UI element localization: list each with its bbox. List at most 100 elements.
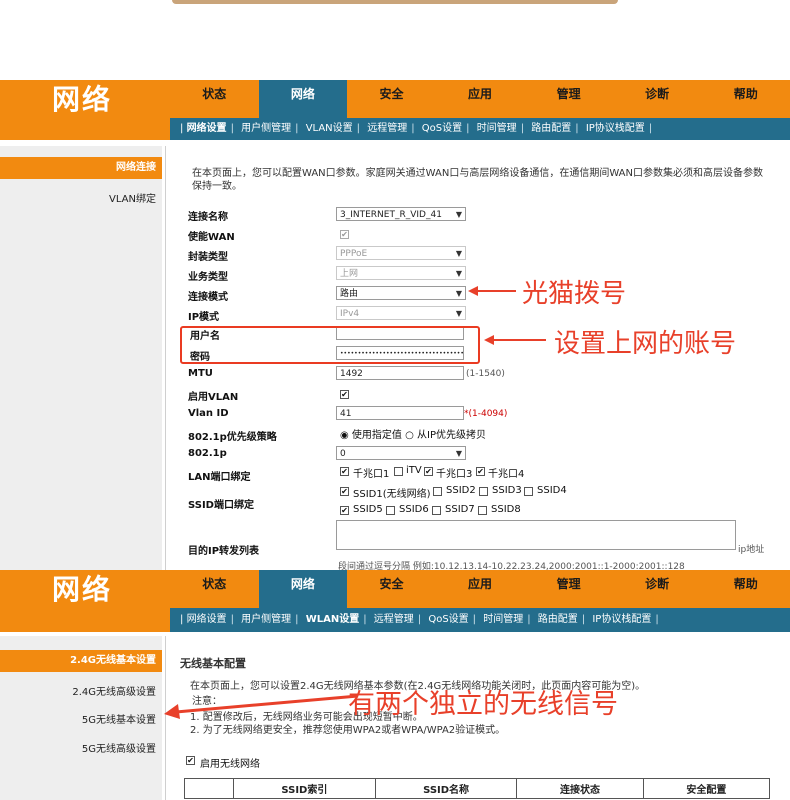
section-title: 无线基本配置 — [180, 657, 246, 670]
tab-status[interactable]: 状态 — [170, 570, 259, 608]
tab-security[interactable]: 安全 — [347, 570, 436, 608]
label-ip-mode: IP模式 — [188, 312, 220, 323]
subnav-qos[interactable]: QoS设置 — [428, 614, 468, 625]
subnav-network-settings[interactable]: 网络设置 — [187, 123, 227, 134]
subnav-separator: | — [295, 123, 299, 134]
ssid4-label: SSID4 — [537, 485, 567, 496]
vlan-id-input[interactable]: 41 — [336, 406, 464, 420]
tab-diagnose[interactable]: 诊断 — [613, 570, 702, 608]
subnav-route[interactable]: 路由配置 — [531, 123, 571, 134]
chevron-down-icon: ▼ — [455, 449, 462, 458]
dest-ip-textarea[interactable] — [336, 520, 736, 550]
ssid7-checkbox[interactable] — [432, 506, 441, 515]
conn-name-select[interactable]: 3_INTERNET_R_VID_41 ▼ — [336, 207, 466, 221]
subnav-time[interactable]: 时间管理 — [483, 614, 523, 625]
radio-empty-icon[interactable]: ○ — [405, 430, 414, 441]
tab-manage[interactable]: 管理 — [524, 80, 613, 118]
lan4-label: 千兆口4 — [488, 469, 525, 480]
logo: 网络 — [0, 80, 170, 118]
mtu-input[interactable]: 1492 — [336, 366, 464, 380]
subnav-remote[interactable]: 远程管理 — [374, 614, 414, 625]
leftnav-vlan-binding[interactable]: VLAN绑定 — [0, 190, 162, 205]
enable-wifi-label: 启用无线网络 — [200, 759, 260, 770]
ssid6-checkbox[interactable] — [386, 506, 395, 515]
label-encap: 封装类型 — [188, 252, 228, 263]
lan4-checkbox[interactable]: ✔ — [476, 467, 485, 476]
tab-help[interactable]: 帮助 — [701, 570, 790, 608]
subnav-separator: | — [655, 614, 659, 625]
subnav-wlan[interactable]: WLAN设置 — [306, 614, 360, 625]
label-enable-vlan: 启用VLAN — [188, 392, 239, 403]
label-mtu: MTU — [188, 368, 213, 379]
subnav-ip-stack[interactable]: IP协议栈配置 — [586, 123, 645, 134]
label-vlan-id: Vlan ID — [188, 408, 229, 419]
subnav-separator: | — [230, 614, 234, 625]
ssid1-checkbox[interactable]: ✔ — [340, 487, 349, 496]
encap-select[interactable]: PPPoE ▼ — [336, 246, 466, 260]
enable-wan-checkbox[interactable]: ✔ — [340, 230, 349, 239]
subnav-network-settings[interactable]: 网络设置 — [187, 614, 227, 625]
tab-diagnose[interactable]: 诊断 — [613, 80, 702, 118]
priority-opt-copy: 从IP优先级拷贝 — [417, 430, 487, 441]
subnav-separator: | — [295, 614, 299, 625]
vlan-id-range-hint: *(1-4094) — [464, 409, 508, 419]
ssid4-checkbox[interactable] — [524, 487, 533, 496]
label-lan-binding: LAN端口绑定 — [188, 472, 251, 483]
leftnav-24g-advanced[interactable]: 2.4G无线高级设置 — [0, 683, 162, 698]
leftnav-5g-advanced[interactable]: 5G无线高级设置 — [0, 740, 162, 755]
ssid3-label: SSID3 — [492, 485, 522, 496]
leftnav-24g-basic[interactable]: 2.4G无线基本设置 — [0, 650, 162, 672]
label-enable-wan: 使能WAN — [188, 232, 235, 243]
tab-apps[interactable]: 应用 — [436, 80, 525, 118]
priority-opt-specified: 使用指定值 — [351, 430, 402, 441]
tab-apps[interactable]: 应用 — [436, 570, 525, 608]
label-service: 业务类型 — [188, 272, 228, 283]
tab-manage[interactable]: 管理 — [524, 570, 613, 608]
table-header-row: SSID索引 SSID名称 连接状态 安全配置 — [184, 778, 771, 799]
label-8021p: 802.1p — [188, 448, 227, 459]
top-header: 网络 状态 网络 安全 应用 管理 诊断 帮助 — [0, 80, 790, 118]
ssid3-checkbox[interactable] — [479, 487, 488, 496]
radio-selected-icon[interactable]: ◉ — [340, 430, 349, 441]
tab-network[interactable]: 网络 — [258, 570, 348, 608]
conn-mode-select[interactable]: 路由 ▼ — [336, 286, 466, 300]
subnav-vlan[interactable]: VLAN设置 — [306, 123, 353, 134]
enable-wifi-checkbox[interactable]: ✔ — [186, 756, 195, 765]
sub-nav: | 网络设置 | 用户侧管理 | WLAN设置 | 远程管理 | QoS设置 | 时间管理… — [170, 608, 790, 632]
subnav-route[interactable]: 路由配置 — [538, 614, 578, 625]
tab-security[interactable]: 安全 — [347, 80, 436, 118]
itv-label: iTV — [406, 465, 422, 476]
subnav-ip-stack[interactable]: IP协议栈配置 — [592, 614, 651, 625]
ssid8-checkbox[interactable] — [478, 506, 487, 515]
leftnav-5g-basic[interactable]: 5G无线基本设置 — [0, 711, 162, 726]
ssid2-checkbox[interactable] — [433, 487, 442, 496]
subnav-time[interactable]: 时间管理 — [477, 123, 517, 134]
arrow-head — [484, 335, 494, 345]
subnav-remote[interactable]: 远程管理 — [367, 123, 407, 134]
annotation-set-account: 设置上网的账号 — [554, 329, 737, 359]
annotation-two-wifi: 有两个独立的无线信号 — [348, 689, 618, 720]
dot1p-select[interactable]: 0 ▼ — [336, 446, 466, 460]
subnav-user-side[interactable]: 用户侧管理 — [241, 614, 291, 625]
ssid5-checkbox[interactable]: ✔ — [340, 506, 349, 515]
chevron-down-icon: ▼ — [455, 269, 462, 278]
lan1-checkbox[interactable]: ✔ — [340, 467, 349, 476]
tab-network[interactable]: 网络 — [258, 80, 348, 118]
label-conn-mode: 连接模式 — [188, 292, 228, 303]
leftnav-wan-connection[interactable]: 网络连接 — [0, 157, 162, 179]
ip-mode-select[interactable]: IPv4 ▼ — [336, 306, 466, 320]
logo-strip — [0, 608, 170, 632]
subnav-qos[interactable]: QoS设置 — [422, 123, 462, 134]
itv-checkbox[interactable] — [394, 467, 403, 476]
ssid8-label: SSID8 — [491, 504, 521, 515]
ssid1-label: SSID1(无线网络) — [353, 489, 431, 500]
priority-radio-group: ◉ 使用指定值 ○ 从IP优先级拷贝 — [340, 426, 486, 441]
table-header-ssid-index: SSID索引 — [233, 778, 376, 799]
enable-vlan-checkbox[interactable]: ✔ — [340, 390, 349, 399]
subnav-user-side[interactable]: 用户侧管理 — [241, 123, 291, 134]
subnav-separator: | — [520, 123, 525, 134]
tab-status[interactable]: 状态 — [170, 80, 259, 118]
service-select[interactable]: 上网 ▼ — [336, 266, 466, 280]
tab-help[interactable]: 帮助 — [701, 80, 790, 118]
lan3-checkbox[interactable]: ✔ — [424, 467, 433, 476]
